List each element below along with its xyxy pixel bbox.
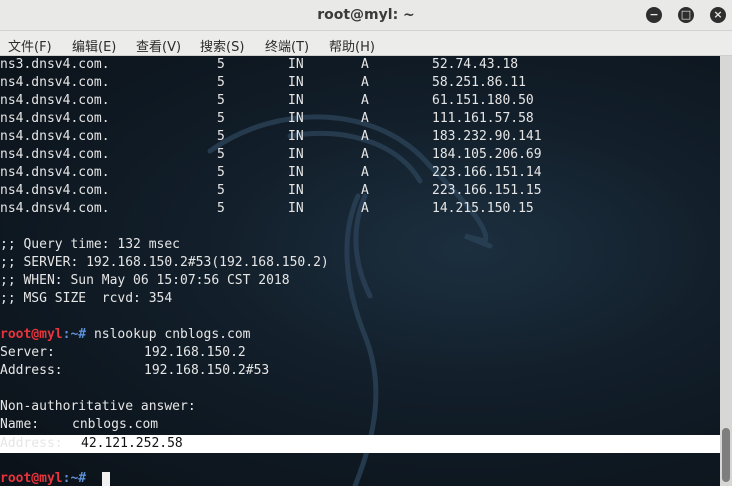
menu-terminal[interactable]: 终端(T): [265, 36, 309, 55]
menu-view[interactable]: 查看(V): [136, 36, 181, 55]
query-server-line: ;; SERVER: 192.168.150.2#53(192.168.150.…: [0, 255, 329, 270]
prompt-user: root@myl: [0, 327, 63, 342]
command-line: root@myl:~# nslookup cnblogs.com: [0, 326, 250, 344]
scrollbar-thumb[interactable]: [722, 428, 730, 482]
query-time-line: ;; Query time: 132 msec: [0, 237, 181, 252]
server-line: Server: 192.168.150.2: [0, 345, 246, 360]
dns-record-row: ns3.dnsv4.com. 5 IN A 52.74.43.18: [0, 57, 519, 72]
command-text: nslookup cnblogs.com: [93, 327, 251, 342]
title-bar[interactable]: root@myl: ~ − □ ×: [0, 0, 732, 31]
dns-record-row: ns4.dnsv4.com. 5 IN A 111.161.57.58: [0, 111, 534, 126]
prompt-path: :~#: [62, 327, 94, 342]
address-line: Address: 192.168.150.2#53: [0, 363, 270, 378]
prompt-path: :~#: [62, 471, 94, 486]
result-address-value[interactable]: 42.121.252.58: [81, 435, 183, 453]
name-line: Name: cnblogs.com: [0, 417, 159, 432]
query-when-line: ;; WHEN: Sun May 06 15:07:56 CST 2018: [0, 273, 290, 288]
dns-record-row: ns4.dnsv4.com. 5 IN A 58.251.86.11: [0, 75, 526, 90]
menu-edit[interactable]: 编辑(E): [72, 36, 116, 55]
vertical-scrollbar[interactable]: [720, 56, 732, 486]
dns-record-row: ns4.dnsv4.com. 5 IN A 223.166.151.14: [0, 165, 542, 180]
terminal-window: root@myl: ~ − □ × 文件(F) 编辑(E) 查看(V) 搜索(S…: [0, 0, 732, 486]
query-size-line: ;; MSG SIZE rcvd: 354: [0, 291, 173, 306]
maximize-button[interactable]: □: [678, 7, 694, 23]
dns-record-row: ns4.dnsv4.com. 5 IN A 184.105.206.69: [0, 147, 542, 162]
close-button[interactable]: ×: [710, 7, 726, 23]
dns-record-row: ns4.dnsv4.com. 5 IN A 183.232.90.141: [0, 129, 542, 144]
text-cursor: [101, 471, 110, 486]
prompt-line: root@myl:~#: [0, 470, 110, 486]
dns-record-row: ns4.dnsv4.com. 5 IN A 61.151.180.50: [0, 93, 534, 108]
minimize-button[interactable]: −: [646, 7, 662, 23]
dns-record-row: ns4.dnsv4.com. 5 IN A 223.166.151.15: [0, 183, 542, 198]
terminal-output[interactable]: ns3.dnsv4.com. 5 IN A 52.74.43.18 ns4.dnsv4.…: [0, 56, 720, 486]
result-address-label: Address:: [0, 436, 63, 451]
dns-record-row: ns4.dnsv4.com. 5 IN A 14.215.150.15: [0, 201, 534, 216]
non-authoritative-line: Non-authoritative answer:: [0, 399, 196, 414]
prompt-user: root@myl: [0, 471, 63, 486]
menu-search[interactable]: 搜索(S): [200, 36, 244, 55]
menu-help[interactable]: 帮助(H): [329, 36, 375, 55]
menu-file[interactable]: 文件(F): [8, 36, 52, 55]
result-address-line: Address: 42.121.252.58: [0, 435, 183, 453]
menu-bar: 文件(F) 编辑(E) 查看(V) 搜索(S) 终端(T) 帮助(H): [0, 31, 732, 56]
window-title: root@myl: ~: [317, 7, 415, 23]
